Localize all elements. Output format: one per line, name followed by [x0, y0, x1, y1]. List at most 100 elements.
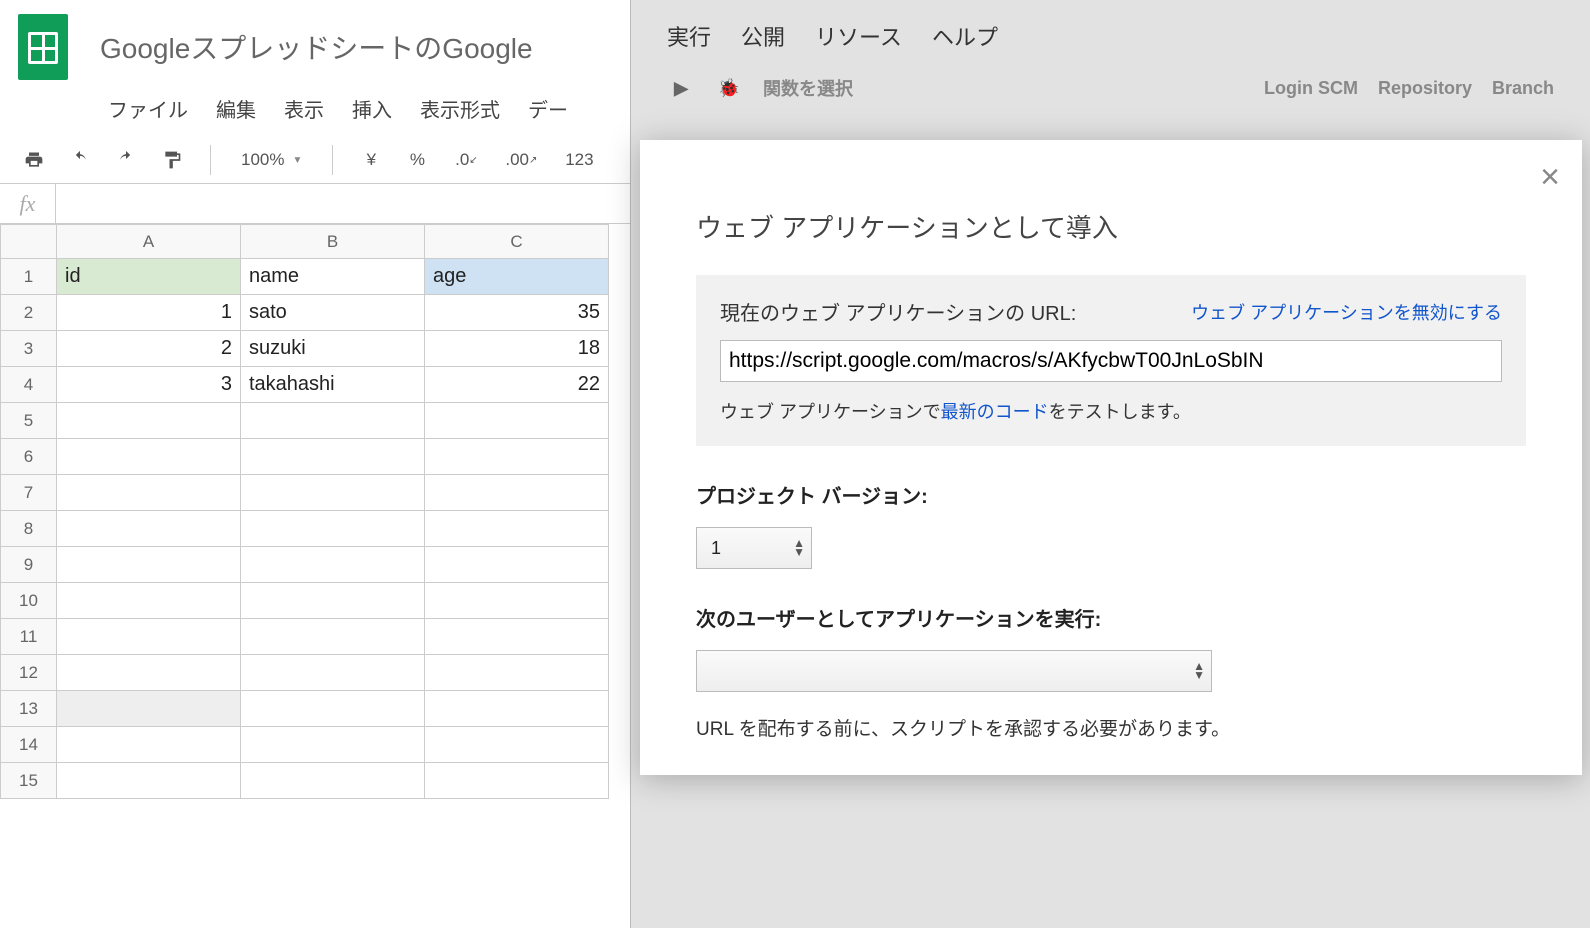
row-header[interactable]: 8: [1, 511, 57, 547]
select-all-corner[interactable]: [1, 225, 57, 259]
spreadsheet-grid[interactable]: A B C 1 id name age 2 1 sato 35 3 2 suzu…: [0, 224, 609, 799]
undo-icon[interactable]: [66, 146, 94, 174]
column-header-C[interactable]: C: [425, 225, 609, 259]
cell[interactable]: [425, 655, 609, 691]
cell[interactable]: [241, 475, 425, 511]
cell[interactable]: 1: [57, 295, 241, 331]
cell[interactable]: [241, 403, 425, 439]
cell[interactable]: 22: [425, 367, 609, 403]
run-icon[interactable]: ▶: [667, 74, 695, 102]
cell[interactable]: [425, 619, 609, 655]
paint-format-icon[interactable]: [158, 146, 186, 174]
row-header[interactable]: 7: [1, 475, 57, 511]
cell[interactable]: [57, 439, 241, 475]
decrease-decimal-button[interactable]: .0↙: [449, 146, 483, 174]
menu-format[interactable]: 表示形式: [420, 94, 500, 123]
row-header[interactable]: 6: [1, 439, 57, 475]
cell[interactable]: sato: [241, 295, 425, 331]
row-header[interactable]: 10: [1, 583, 57, 619]
redo-icon[interactable]: [112, 146, 140, 174]
cell[interactable]: [57, 547, 241, 583]
menu-data[interactable]: デー: [528, 94, 568, 123]
cell[interactable]: takahashi: [241, 367, 425, 403]
row-header[interactable]: 3: [1, 331, 57, 367]
menu-edit[interactable]: 編集: [216, 94, 256, 123]
execute-as-select[interactable]: ▲▼: [696, 650, 1212, 692]
row-header[interactable]: 5: [1, 403, 57, 439]
row-header[interactable]: 14: [1, 727, 57, 763]
tab-login-scm[interactable]: Login SCM: [1264, 78, 1358, 99]
percent-format-button[interactable]: %: [403, 146, 431, 174]
close-icon[interactable]: ×: [1540, 158, 1560, 197]
row-header[interactable]: 12: [1, 655, 57, 691]
cell[interactable]: 2: [57, 331, 241, 367]
cell[interactable]: [425, 475, 609, 511]
test-latest-code-link[interactable]: 最新のコード: [941, 402, 1049, 422]
cell[interactable]: [57, 583, 241, 619]
cell[interactable]: [241, 439, 425, 475]
menu-resources[interactable]: リソース: [815, 20, 902, 52]
row-header[interactable]: 15: [1, 763, 57, 799]
cell[interactable]: [57, 655, 241, 691]
project-version-select[interactable]: 1 ▲▼: [696, 527, 812, 569]
cell[interactable]: [241, 583, 425, 619]
menu-file[interactable]: ファイル: [108, 94, 188, 123]
cell[interactable]: age: [425, 259, 609, 295]
cell[interactable]: [57, 619, 241, 655]
cell[interactable]: [241, 655, 425, 691]
cell[interactable]: [241, 511, 425, 547]
tab-branch[interactable]: Branch: [1492, 78, 1554, 99]
debug-icon[interactable]: 🐞: [715, 74, 743, 102]
cell[interactable]: suzuki: [241, 331, 425, 367]
cell[interactable]: name: [241, 259, 425, 295]
cell[interactable]: [57, 691, 241, 727]
column-header-A[interactable]: A: [57, 225, 241, 259]
cell[interactable]: [425, 583, 609, 619]
cell[interactable]: [241, 727, 425, 763]
cell[interactable]: 35: [425, 295, 609, 331]
cell[interactable]: [57, 403, 241, 439]
tab-repository[interactable]: Repository: [1378, 78, 1472, 99]
cell[interactable]: [425, 763, 609, 799]
cell[interactable]: [57, 727, 241, 763]
print-icon[interactable]: [20, 146, 48, 174]
cell[interactable]: 3: [57, 367, 241, 403]
menu-view[interactable]: 表示: [284, 94, 324, 123]
cell[interactable]: [57, 475, 241, 511]
row-header[interactable]: 4: [1, 367, 57, 403]
menu-insert[interactable]: 挿入: [352, 94, 392, 123]
row-header[interactable]: 11: [1, 619, 57, 655]
disable-webapp-link[interactable]: ウェブ アプリケーションを無効にする: [1191, 299, 1502, 325]
cell[interactable]: [57, 763, 241, 799]
cell[interactable]: 18: [425, 331, 609, 367]
formula-bar-input[interactable]: [56, 184, 650, 223]
cell[interactable]: [241, 691, 425, 727]
cell[interactable]: [241, 619, 425, 655]
menu-publish[interactable]: 公開: [741, 20, 785, 52]
cell[interactable]: [425, 691, 609, 727]
cell[interactable]: [425, 403, 609, 439]
cell[interactable]: id: [57, 259, 241, 295]
cell[interactable]: [241, 763, 425, 799]
cell[interactable]: [425, 439, 609, 475]
cell[interactable]: [425, 547, 609, 583]
column-header-B[interactable]: B: [241, 225, 425, 259]
document-title[interactable]: GoogleスプレッドシートのGoogle: [100, 27, 533, 67]
row-header[interactable]: 9: [1, 547, 57, 583]
row-header[interactable]: 1: [1, 259, 57, 295]
menu-help[interactable]: ヘルプ: [932, 20, 998, 52]
menu-run[interactable]: 実行: [667, 20, 711, 52]
sheets-app-icon: [18, 14, 68, 80]
row-header[interactable]: 2: [1, 295, 57, 331]
webapp-url-input[interactable]: [720, 340, 1502, 382]
cell[interactable]: [425, 727, 609, 763]
increase-decimal-button[interactable]: .00↗: [501, 146, 541, 174]
cell[interactable]: [425, 511, 609, 547]
row-header[interactable]: 13: [1, 691, 57, 727]
number-format-dropdown[interactable]: 123: [559, 146, 599, 174]
cell[interactable]: [241, 547, 425, 583]
cell[interactable]: [57, 511, 241, 547]
zoom-dropdown[interactable]: 100% ▼: [235, 150, 308, 170]
function-select-dropdown[interactable]: 関数を選択: [763, 75, 853, 101]
currency-format-button[interactable]: ¥: [357, 146, 385, 174]
